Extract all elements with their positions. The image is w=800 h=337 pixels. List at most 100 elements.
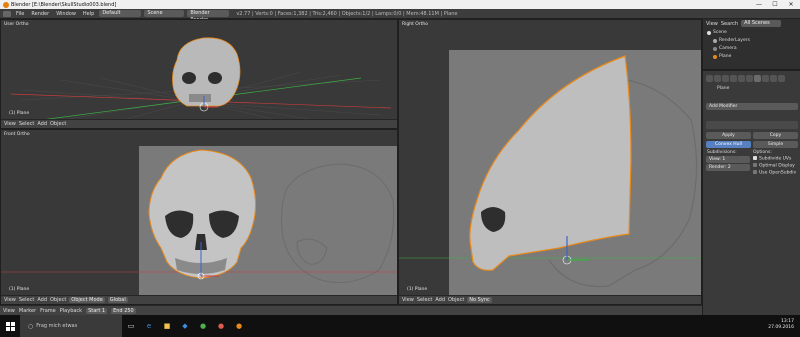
timeline-view-menu[interactable]: View [3,308,15,314]
edge-browser-icon[interactable]: e [140,315,158,337]
layout-selector[interactable]: Default [99,10,142,17]
render-engine-selector[interactable]: Blender Render [187,10,230,23]
object-menu[interactable]: Object [50,297,66,303]
add-modifier-button[interactable]: Add Modifier [706,103,798,110]
outliner-scenes-selector[interactable]: All Scenes [741,20,782,27]
texture-tab-icon[interactable] [778,75,785,82]
system-clock[interactable]: 13:17 27.09.2016 [768,319,794,331]
outliner-search-menu[interactable]: Search [721,21,738,27]
material-tab-icon[interactable] [770,75,777,82]
start-button[interactable] [0,315,20,337]
modifier-header[interactable] [706,121,798,129]
add-menu[interactable]: Add [37,121,47,127]
blender-app-icon [3,1,9,8]
option-label: Use OpenSubdiv [759,170,797,176]
sync-selector[interactable]: No Sync [467,297,492,303]
scene-stats: v2.77 | Verts:0 | Faces:1,382 | Tris:2,4… [236,10,458,17]
windows-logo-icon [5,321,15,331]
object-label: (1) Plane [9,111,30,116]
skull-mesh-side [469,55,632,271]
world-tab-icon[interactable] [730,75,737,82]
timeline-header: View Marker Frame Playback Start 1 End 2… [0,305,702,315]
start-frame-field[interactable]: Start 1 [86,307,108,314]
render-tab-icon[interactable] [706,75,713,82]
checkbox-icon[interactable] [753,163,757,167]
menu-window[interactable]: Window [54,11,78,17]
timeline-playback-menu[interactable]: Playback [60,308,82,314]
checkbox-icon[interactable] [753,170,757,174]
blender-taskbar-icon[interactable]: ● [230,315,248,337]
select-menu[interactable]: Select [417,297,432,303]
copy-button[interactable]: Copy [753,132,798,139]
scene-tab-icon[interactable] [722,75,729,82]
start-frame-label: Start [88,307,101,314]
outliner-item-scene[interactable]: Scene [707,29,727,36]
file-explorer-icon[interactable]: ■ [158,315,176,337]
object-menu[interactable]: Object [50,121,66,127]
simple-button[interactable]: Simple [753,141,798,148]
object-label: (1) Plane [407,287,428,292]
render-subdivisions-field[interactable]: Render: 2 [706,164,750,171]
timeline-frame-menu[interactable]: Frame [40,308,56,314]
window-title: Blender [E:\Blender\SkullStudio003.blend… [11,1,117,8]
menu-help[interactable]: Help [81,11,96,17]
modifiers-tab-icon[interactable] [754,75,761,82]
subdivide-uvs-option[interactable]: Subdivide UVs [753,156,791,162]
store-icon[interactable]: ◆ [176,315,194,337]
mode-selector[interactable]: Object Mode [69,297,105,303]
view-menu[interactable]: View [4,121,16,127]
object-menu[interactable]: Object [448,297,464,303]
properties-panel: View Search All Scenes Scene RenderLayer… [702,19,800,315]
outliner-item-plane[interactable]: Plane [713,53,731,60]
end-frame-field[interactable]: End 250 [111,307,136,314]
window-titlebar: Blender [E:\Blender\SkullStudio003.blend… [0,0,800,9]
timeline-marker-menu[interactable]: Marker [19,308,36,314]
use-opensubdiv-option[interactable]: Use OpenSubdiv [753,170,796,176]
task-view-icon[interactable]: ▭ [122,315,140,337]
data-tab-icon[interactable] [762,75,769,82]
view-menu[interactable]: View [4,297,16,303]
constraints-tab-icon[interactable] [746,75,753,82]
taskbar-search-box[interactable]: ○ Frag mich etwas [20,315,122,337]
active-object-name: Plane [717,86,730,91]
object-label: (1) Plane [9,287,30,292]
view-menu[interactable]: View [402,297,414,303]
layers-tab-icon[interactable] [714,75,721,82]
outliner-view-menu[interactable]: View [706,21,718,27]
menu-render[interactable]: Render [29,11,51,17]
viewport-right-ortho[interactable]: Right Ortho (1) Plane View Select Add Ob… [398,19,702,305]
end-frame-value: 250 [124,307,134,314]
add-menu[interactable]: Add [435,297,445,303]
add-menu[interactable]: Add [37,297,47,303]
checkbox-icon[interactable] [753,156,757,160]
outliner-item-renderlayers[interactable]: RenderLayers [713,37,750,44]
option-label: Subdivide UVs [759,156,792,162]
editor-type-icon[interactable] [3,10,11,17]
menu-file[interactable]: File [14,11,26,17]
convex-hull-button[interactable]: Convex Hull [706,141,751,148]
scene-selector[interactable]: Scene [144,10,185,17]
minimize-button[interactable]: — [752,0,766,9]
select-menu[interactable]: Select [19,121,34,127]
viewport-user-ortho[interactable]: User Ortho (1) Plane View Select Add Obj… [0,19,398,129]
app-icon[interactable]: ● [212,315,230,337]
right-ortho-scene [399,55,701,288]
optimal-display-option[interactable]: Optimal Display [753,163,795,169]
viewport-front-ortho[interactable]: Front Ortho (1) Plane View Select Add Ob… [0,129,398,305]
view-subdivisions-field[interactable]: View: 1 [706,156,750,163]
apply-button[interactable]: Apply [706,132,751,139]
outliner-item-camera[interactable]: Camera [713,45,737,52]
mesh-icon [713,54,717,59]
end-frame-label: End [113,307,123,314]
close-button[interactable]: ✕ [784,0,798,9]
select-menu[interactable]: Select [19,297,34,303]
outliner: View Search All Scenes Scene RenderLayer… [703,19,800,71]
chrome-icon[interactable]: ● [194,315,212,337]
maximize-button[interactable]: ☐ [768,0,782,9]
object-tab-icon[interactable] [738,75,745,82]
outliner-item-label: Plane [719,54,732,59]
search-placeholder: Frag mich etwas [36,323,78,329]
pivot-selector[interactable]: Global [107,297,128,303]
subdivisions-label: Subdivisions: [707,150,737,155]
viewport-header: View Select Add Object [1,119,397,128]
